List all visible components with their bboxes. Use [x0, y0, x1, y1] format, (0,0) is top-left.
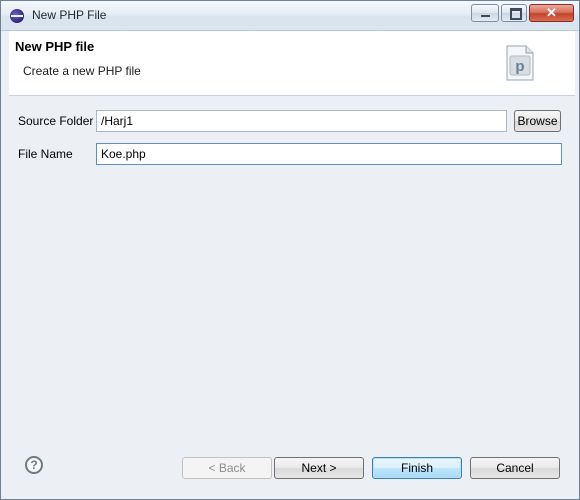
- page-subtitle: Create a new PHP file: [23, 64, 141, 78]
- maximize-button[interactable]: [501, 4, 527, 22]
- source-folder-input[interactable]: [96, 110, 507, 132]
- file-name-input[interactable]: [96, 143, 562, 165]
- cancel-button[interactable]: Cancel: [470, 457, 560, 479]
- next-button[interactable]: Next >: [274, 457, 364, 479]
- new-php-file-dialog: New PHP File ✕ New PHP file Create a new…: [0, 0, 580, 500]
- window-title: New PHP File: [32, 8, 107, 22]
- help-icon[interactable]: ?: [25, 456, 43, 474]
- eclipse-app-icon: [10, 9, 24, 23]
- back-button[interactable]: < Back: [182, 457, 272, 479]
- source-folder-label: Source Folder: [18, 114, 94, 128]
- svg-text:p: p: [515, 58, 524, 75]
- wizard-header: New PHP file Create a new PHP file p: [9, 31, 575, 96]
- browse-button[interactable]: Browse: [514, 110, 561, 132]
- page-title: New PHP file: [15, 39, 95, 54]
- close-button[interactable]: ✕: [529, 4, 574, 22]
- footer-separator: [9, 445, 575, 446]
- php-file-icon: p: [506, 45, 534, 81]
- file-name-label: File Name: [18, 147, 73, 161]
- minimize-icon: [481, 15, 490, 17]
- finish-button[interactable]: Finish: [372, 457, 462, 479]
- minimize-button[interactable]: [471, 4, 499, 22]
- title-bar[interactable]: New PHP File ✕: [1, 1, 579, 31]
- close-icon: ✕: [546, 5, 557, 20]
- maximize-icon: [510, 8, 522, 20]
